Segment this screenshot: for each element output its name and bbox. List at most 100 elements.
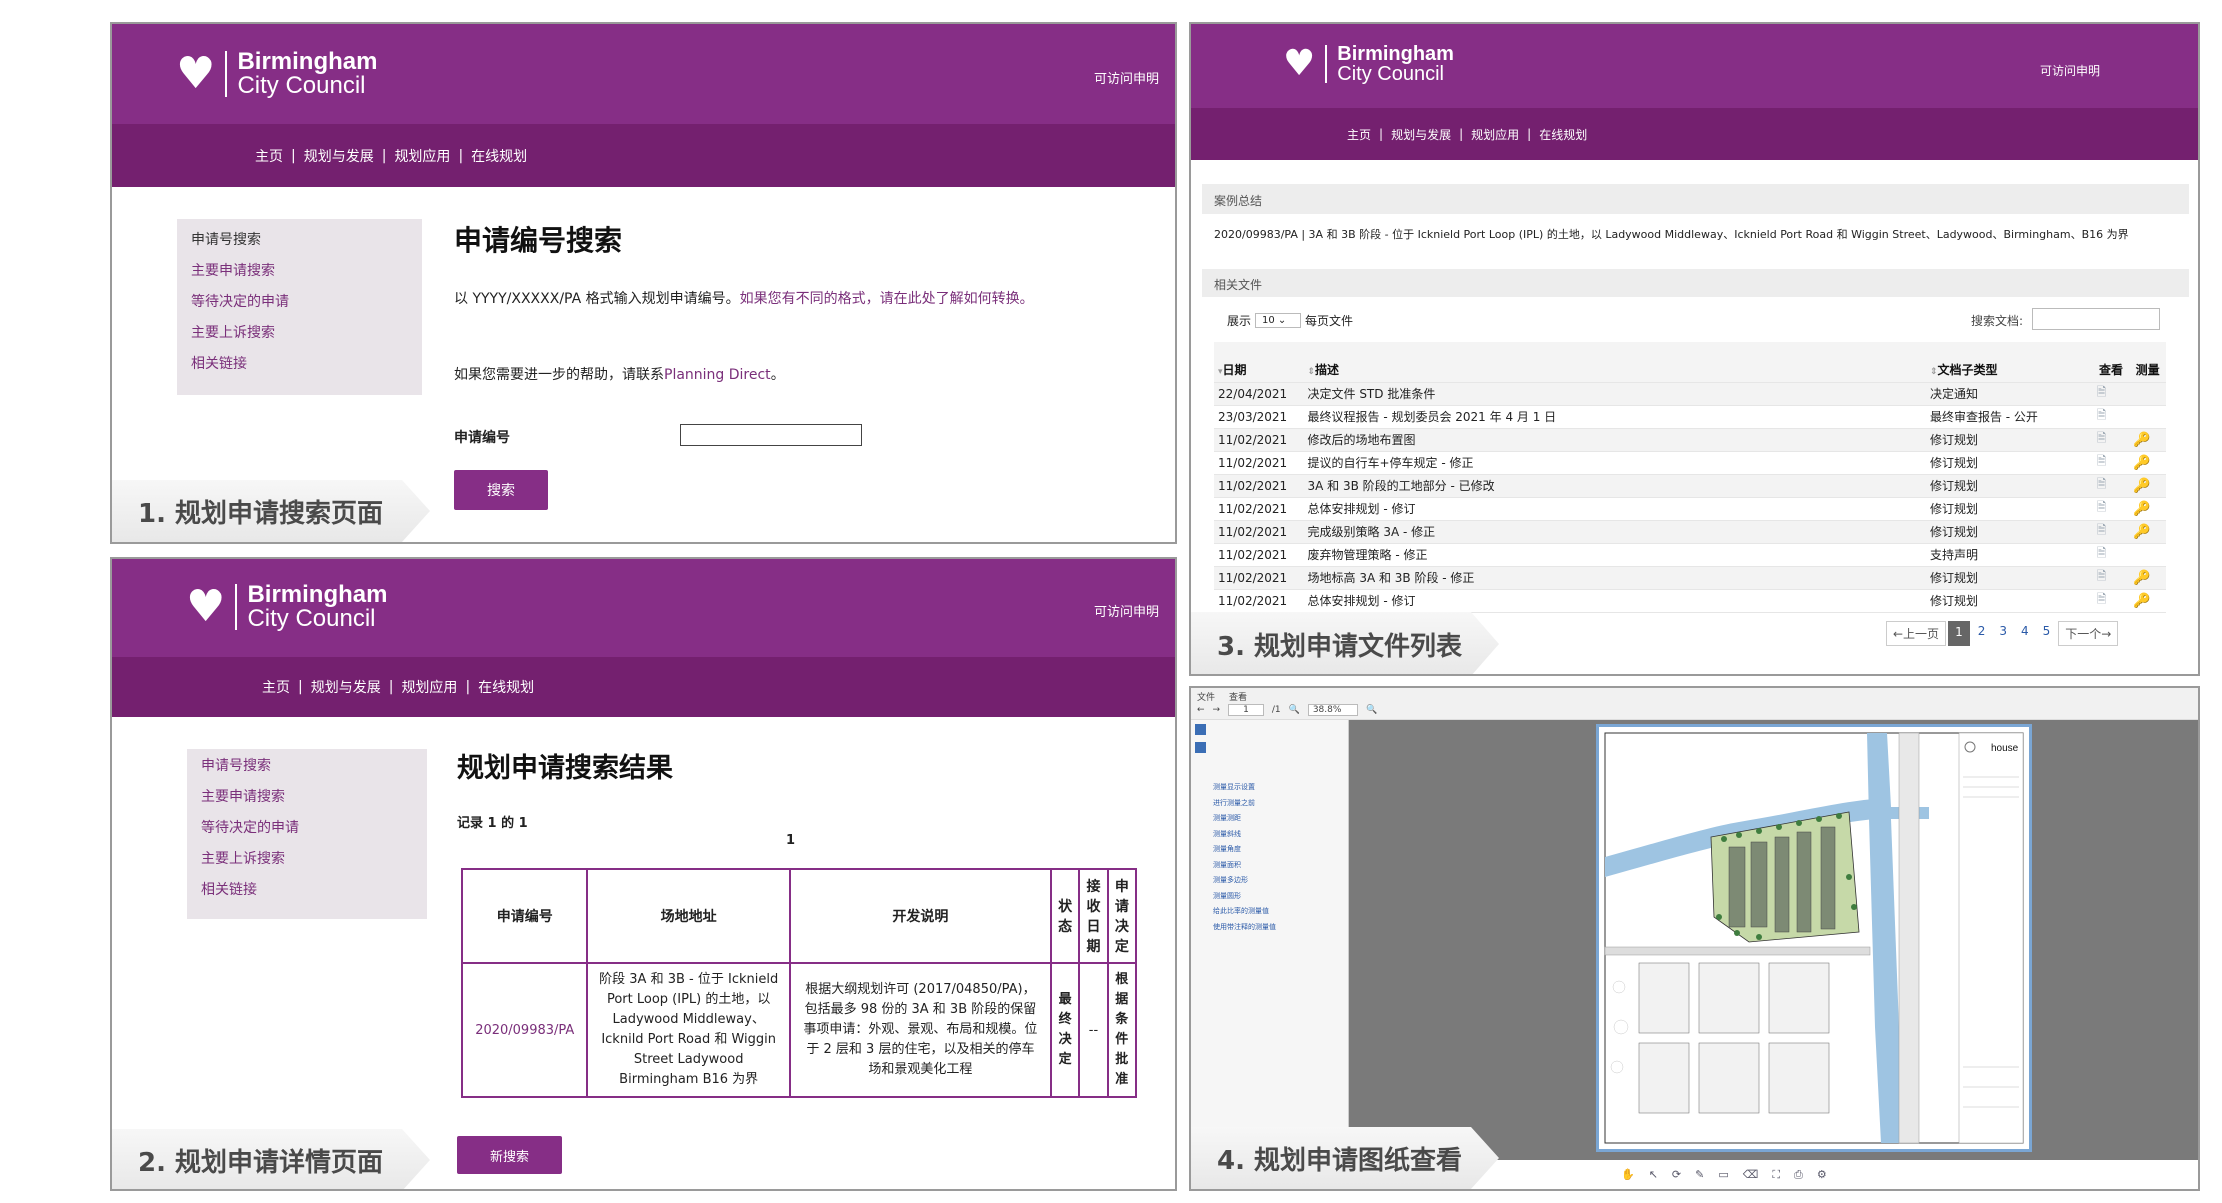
page-title: 申请编号搜索 [454, 224, 623, 257]
measure-icon[interactable]: 🔑 [2129, 497, 2166, 521]
nav-planning-development[interactable]: 规划与发展 [311, 677, 381, 697]
erase-icon[interactable]: ⌫ [1743, 1168, 1759, 1182]
search-button[interactable]: 搜索 [454, 470, 548, 510]
zoom-out-icon[interactable]: 🔍 [1289, 705, 1300, 715]
sidebar-item-links[interactable]: 相关链接 [201, 875, 413, 906]
page-number[interactable]: 1 [786, 833, 795, 848]
council-logo[interactable]: ♥ Birmingham City Council [1283, 44, 1454, 85]
page-3[interactable]: 3 [1993, 621, 2013, 646]
nav-online-planning[interactable]: 在线规划 [471, 146, 527, 166]
prev-page-button[interactable]: ←上一页 [1886, 621, 1947, 646]
sidebar-item-major-search[interactable]: 主要申请搜索 [201, 782, 413, 813]
measure-tool-item[interactable]: 给此比率的测量值 [1213, 904, 1276, 920]
menu-view[interactable]: 查看 [1229, 690, 1247, 703]
nav-online-planning[interactable]: 在线规划 [478, 677, 534, 697]
measure-tool-item[interactable]: 进行测量之前 [1213, 796, 1276, 812]
page-4[interactable]: 4 [2015, 621, 2035, 646]
thumbnail-icon[interactable] [1195, 724, 1206, 735]
page-size-select[interactable]: 10 ⌄ [1255, 313, 1302, 328]
nav-planning-development[interactable]: 规划与发展 [1391, 126, 1451, 143]
sidebar-item-major-search[interactable]: 主要申请搜索 [191, 256, 408, 287]
col-date[interactable]: ▾日期 [1214, 342, 1304, 383]
view-doc-icon[interactable]: 🗎 [2092, 497, 2130, 521]
sidebar-item-ref-search[interactable]: 申请号搜索 [191, 225, 408, 256]
zoom-select[interactable]: 38.8% [1307, 704, 1359, 716]
shape-icon[interactable]: ▭ [1718, 1168, 1728, 1182]
menu-file[interactable]: 文件 [1197, 690, 1215, 703]
sidebar-item-appeals[interactable]: 主要上诉搜索 [191, 318, 408, 349]
rotate-icon[interactable]: ⟳ [1672, 1168, 1681, 1182]
view-doc-icon[interactable]: 🗎 [2092, 405, 2130, 429]
measure-tool-item[interactable]: 使用带注释的测量值 [1213, 920, 1276, 936]
doc-description: 场地标高 3A 和 3B 阶段 - 修正 [1303, 566, 1926, 590]
nav-planning-applications[interactable]: 规划应用 [1471, 126, 1519, 143]
nav-planning-development[interactable]: 规划与发展 [304, 146, 374, 166]
search-docs-input[interactable] [2032, 308, 2160, 330]
zoom-in-icon[interactable]: 🔍 [1366, 705, 1377, 715]
pan-icon[interactable]: ✋ [1621, 1168, 1635, 1182]
pen-icon[interactable]: ✎ [1695, 1168, 1704, 1182]
sidebar-item-links[interactable]: 相关链接 [191, 349, 408, 380]
new-search-button[interactable]: 新搜索 [457, 1136, 562, 1174]
page-1[interactable]: 1 [1948, 621, 1970, 646]
next-page-icon[interactable]: → [1213, 705, 1221, 715]
drawing-page[interactable]: house [1596, 724, 2032, 1152]
print-icon[interactable]: ⎙ [1794, 1168, 1803, 1182]
select-icon[interactable]: ↖ [1649, 1168, 1658, 1182]
council-logo[interactable]: ♥ Birmingham City Council [186, 582, 387, 632]
accessibility-link[interactable]: 可访问申明 [2040, 62, 2100, 79]
view-doc-icon[interactable]: 🗎 [2092, 451, 2130, 475]
format-help-link[interactable]: 如果您有不同的格式，请在此处了解如何转换。 [740, 291, 1034, 307]
measure-tool-item[interactable]: 测量角度 [1213, 842, 1276, 858]
measure-tool-item[interactable]: 测量测距 [1213, 811, 1276, 827]
page-5[interactable]: 5 [2037, 621, 2057, 646]
application-ref-input[interactable] [680, 424, 862, 446]
page-input[interactable]: 1 [1228, 704, 1264, 716]
measure-tool-item[interactable]: 测量多边形 [1213, 873, 1276, 889]
view-doc-icon[interactable]: 🗎 [2092, 428, 2130, 452]
nav-home[interactable]: 主页 [255, 146, 283, 166]
nav-home[interactable]: 主页 [1347, 126, 1371, 143]
doc-date: 23/03/2021 [1214, 405, 1304, 429]
next-page-button[interactable]: 下一个→ [2058, 621, 2119, 646]
council-logo[interactable]: ♥ Birmingham City Council [176, 49, 377, 99]
nav-home[interactable]: 主页 [262, 677, 290, 697]
col-description[interactable]: ⇕描述 [1303, 342, 1926, 383]
page-2[interactable]: 2 [1972, 621, 1992, 646]
measure-icon[interactable]: 🔑 [2129, 451, 2166, 475]
prev-page-icon[interactable]: ← [1197, 705, 1205, 715]
sidebar-item-pending[interactable]: 等待决定的申请 [191, 287, 408, 318]
measure-icon[interactable]: 🔑 [2129, 566, 2166, 590]
nav-planning-applications[interactable]: 规划应用 [401, 677, 457, 697]
sidebar-item-ref-search[interactable]: 申请号搜索 [201, 751, 413, 782]
sidebar-item-pending[interactable]: 等待决定的申请 [201, 813, 413, 844]
tools-icon[interactable] [1195, 742, 1206, 753]
fit-icon[interactable]: ⛶ [1772, 1168, 1780, 1182]
nav-online-planning[interactable]: 在线规划 [1539, 126, 1587, 143]
application-ref-link[interactable]: 2020/09983/PA [460, 962, 589, 1098]
sidebar-item-appeals[interactable]: 主要上诉搜索 [201, 844, 413, 875]
settings-icon[interactable]: ⚙ [1817, 1168, 1827, 1182]
col-doc-type[interactable]: ⇕文档子类型 [1925, 342, 2093, 383]
measure-icon[interactable]: 🔑 [2129, 428, 2166, 452]
view-doc-icon[interactable]: 🗎 [2092, 566, 2130, 590]
view-doc-icon[interactable]: 🗎 [2092, 543, 2130, 567]
measure-tool-item[interactable]: 测量斜线 [1213, 827, 1276, 843]
measure-tool-item[interactable]: 测量圆形 [1213, 889, 1276, 905]
view-doc-icon[interactable]: 🗎 [2092, 474, 2130, 498]
nav-planning-applications[interactable]: 规划应用 [394, 146, 450, 166]
measure-tool-item[interactable]: 测量显示设置 [1213, 780, 1276, 796]
measure-tool-item[interactable]: 测量面积 [1213, 858, 1276, 874]
accessibility-link[interactable]: 可访问申明 [1094, 68, 1159, 87]
view-doc-icon[interactable]: 🗎 [2092, 589, 2130, 613]
doc-description: 最终议程报告 - 规划委员会 2021 年 4 月 1 日 [1303, 405, 1926, 429]
view-doc-icon[interactable]: 🗎 [2092, 520, 2130, 544]
measure-icon[interactable]: 🔑 [2129, 589, 2166, 613]
view-doc-icon[interactable]: 🗎 [2092, 382, 2130, 406]
measure-icon[interactable]: 🔑 [2129, 474, 2166, 498]
measure-icon[interactable]: 🔑 [2129, 520, 2166, 544]
table-row: 11/02/2021 总体安排规划 - 修订 修订规划 🗎 🔑 [1214, 589, 2166, 613]
planning-direct-link[interactable]: Planning Direct [664, 367, 771, 383]
accessibility-link[interactable]: 可访问申明 [1094, 601, 1159, 620]
measure-icon [2129, 405, 2166, 429]
